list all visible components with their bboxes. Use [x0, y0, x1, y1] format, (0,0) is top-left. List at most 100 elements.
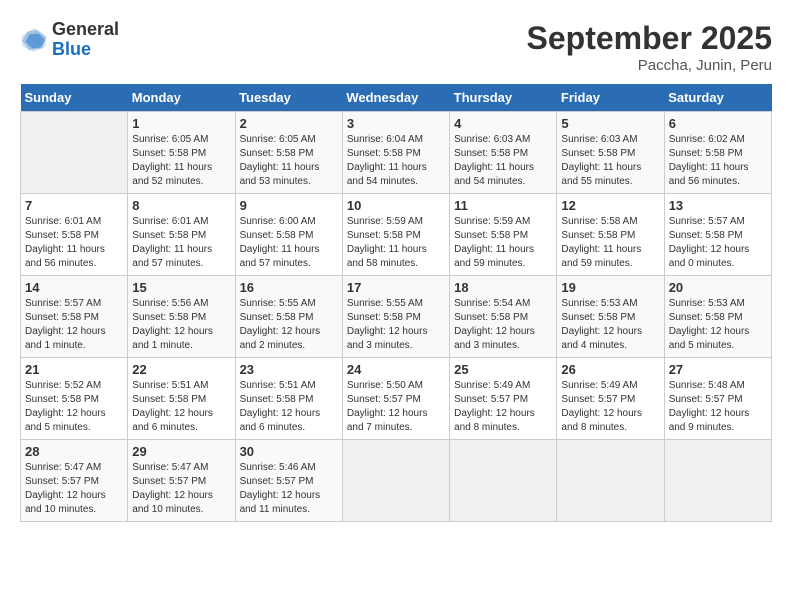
calendar-cell: 23 Sunrise: 5:51 AMSunset: 5:58 PMDayligh… — [235, 358, 342, 440]
day-info: Sunrise: 5:46 AMSunset: 5:57 PMDaylight:… — [240, 461, 338, 517]
calendar-week-4: 21Sunrise: 5:52 AMSunset: 5:58 PMDayligh… — [21, 358, 772, 440]
day-number: 12 — [561, 198, 659, 213]
day-number: 28 — [25, 444, 123, 459]
header-day-friday: Friday — [557, 84, 664, 112]
day-info: Sunrise: 5:51 AMSunset: 5:58 PMDaylight:… — [240, 379, 338, 435]
day-info: Sunrise: 5:54 AMSunset: 5:58 PMDaylight:… — [454, 297, 552, 353]
header-day-saturday: Saturday — [664, 84, 771, 112]
day-info: Sunrise: 5:57 AMSunset: 5:58 PMDaylight:… — [669, 215, 767, 271]
header-row: SundayMondayTuesdayWednesdayThursdayFrid… — [21, 84, 772, 112]
day-number: 26 — [561, 362, 659, 377]
day-info: Sunrise: 5:55 AMSunset: 5:58 PMDaylight:… — [347, 297, 445, 353]
calendar-cell: 21Sunrise: 5:52 AMSunset: 5:58 PMDayligh… — [21, 358, 128, 440]
day-info: Sunrise: 5:57 AMSunset: 5:58 PMDaylight:… — [25, 297, 123, 353]
day-number: 8 — [132, 198, 230, 213]
calendar-cell: 8 Sunrise: 6:01 AMSunset: 5:58 PMDaylight… — [128, 194, 235, 276]
header-day-tuesday: Tuesday — [235, 84, 342, 112]
calendar-cell — [450, 440, 557, 522]
day-number: 25 — [454, 362, 552, 377]
day-info: Sunrise: 6:02 AMSunset: 5:58 PMDaylight:… — [669, 133, 767, 189]
day-number: 6 — [669, 116, 767, 131]
calendar-cell: 3 Sunrise: 6:04 AMSunset: 5:58 PMDaylight… — [342, 112, 449, 194]
location-subtitle: Paccha, Junin, Peru — [527, 57, 772, 74]
day-info: Sunrise: 5:49 AMSunset: 5:57 PMDaylight:… — [454, 379, 552, 435]
day-number: 29 — [132, 444, 230, 459]
calendar-cell: 25 Sunrise: 5:49 AMSunset: 5:57 PMDayligh… — [450, 358, 557, 440]
calendar-cell: 7 Sunrise: 6:01 AMSunset: 5:58 PMDaylight… — [21, 194, 128, 276]
day-number: 5 — [561, 116, 659, 131]
day-info: Sunrise: 5:48 AMSunset: 5:57 PMDaylight:… — [669, 379, 767, 435]
calendar-cell: 12 Sunrise: 5:58 AMSunset: 5:58 PMDayligh… — [557, 194, 664, 276]
calendar-cell: 15 Sunrise: 5:56 AMSunset: 5:58 PMDayligh… — [128, 276, 235, 358]
calendar-cell: 1Sunrise: 6:05 AMSunset: 5:58 PMDaylight… — [128, 112, 235, 194]
calendar-cell: 9 Sunrise: 6:00 AMSunset: 5:58 PMDaylight… — [235, 194, 342, 276]
calendar-week-3: 14Sunrise: 5:57 AMSunset: 5:58 PMDayligh… — [21, 276, 772, 358]
calendar-cell: 4Sunrise: 6:03 AMSunset: 5:58 PMDaylight… — [450, 112, 557, 194]
calendar-cell: 27 Sunrise: 5:48 AMSunset: 5:57 PMDayligh… — [664, 358, 771, 440]
day-info: Sunrise: 6:05 AMSunset: 5:58 PMDaylight:… — [240, 133, 338, 189]
header-day-wednesday: Wednesday — [342, 84, 449, 112]
day-info: Sunrise: 6:01 AMSunset: 5:58 PMDaylight:… — [25, 215, 123, 271]
day-number: 13 — [669, 198, 767, 213]
calendar-cell — [342, 440, 449, 522]
day-number: 27 — [669, 362, 767, 377]
day-info: Sunrise: 5:47 AMSunset: 5:57 PMDaylight:… — [25, 461, 123, 517]
day-info: Sunrise: 5:56 AMSunset: 5:58 PMDaylight:… — [132, 297, 230, 353]
day-number: 19 — [561, 280, 659, 295]
calendar-cell: 19 Sunrise: 5:53 AMSunset: 5:58 PMDayligh… — [557, 276, 664, 358]
day-number: 2 — [240, 116, 338, 131]
calendar-cell: 14Sunrise: 5:57 AMSunset: 5:58 PMDayligh… — [21, 276, 128, 358]
calendar-header: SundayMondayTuesdayWednesdayThursdayFrid… — [21, 84, 772, 112]
logo: General Blue — [20, 20, 119, 60]
header-day-monday: Monday — [128, 84, 235, 112]
day-info: Sunrise: 5:58 AMSunset: 5:58 PMDaylight:… — [561, 215, 659, 271]
calendar-cell: 5 Sunrise: 6:03 AMSunset: 5:58 PMDaylight… — [557, 112, 664, 194]
day-number: 23 — [240, 362, 338, 377]
day-number: 7 — [25, 198, 123, 213]
day-info: Sunrise: 5:50 AMSunset: 5:57 PMDaylight:… — [347, 379, 445, 435]
day-number: 18 — [454, 280, 552, 295]
day-info: Sunrise: 5:49 AMSunset: 5:57 PMDaylight:… — [561, 379, 659, 435]
calendar-week-5: 28 Sunrise: 5:47 AMSunset: 5:57 PMDayligh… — [21, 440, 772, 522]
calendar-cell: 17 Sunrise: 5:55 AMSunset: 5:58 PMDayligh… — [342, 276, 449, 358]
calendar-cell — [557, 440, 664, 522]
day-number: 4 — [454, 116, 552, 131]
day-number: 10 — [347, 198, 445, 213]
day-number: 21 — [25, 362, 123, 377]
day-number: 9 — [240, 198, 338, 213]
day-number: 20 — [669, 280, 767, 295]
day-info: Sunrise: 5:47 AMSunset: 5:57 PMDaylight:… — [132, 461, 230, 517]
calendar-body: 1 Sunrise: 6:05 AMSunset: 5:58 PMDaylight… — [21, 112, 772, 522]
day-info: Sunrise: 6:01 AMSunset: 5:58 PMDaylight:… — [132, 215, 230, 271]
day-info: Sunrise: 5:53 AMSunset: 5:58 PMDaylight:… — [561, 297, 659, 353]
day-number: 16 — [240, 280, 338, 295]
header-day-sunday: Sunday — [21, 84, 128, 112]
day-number: 1 — [132, 116, 230, 131]
calendar-table: SundayMondayTuesdayWednesdayThursdayFrid… — [20, 84, 772, 522]
calendar-week-2: 7 Sunrise: 6:01 AMSunset: 5:58 PMDaylight… — [21, 194, 772, 276]
calendar-cell: 16 Sunrise: 5:55 AMSunset: 5:58 PMDayligh… — [235, 276, 342, 358]
day-info: Sunrise: 5:51 AMSunset: 5:58 PMDaylight:… — [132, 379, 230, 435]
calendar-cell: 6 Sunrise: 6:02 AMSunset: 5:58 PMDaylight… — [664, 112, 771, 194]
calendar-cell: 29 Sunrise: 5:47 AMSunset: 5:57 PMDayligh… — [128, 440, 235, 522]
calendar-cell: 30 Sunrise: 5:46 AMSunset: 5:57 PMDayligh… — [235, 440, 342, 522]
day-info: Sunrise: 5:55 AMSunset: 5:58 PMDaylight:… — [240, 297, 338, 353]
day-info: Sunrise: 6:04 AMSunset: 5:58 PMDaylight:… — [347, 133, 445, 189]
day-number: 30 — [240, 444, 338, 459]
day-number: 22 — [132, 362, 230, 377]
calendar-cell: 18 Sunrise: 5:54 AMSunset: 5:58 PMDayligh… — [450, 276, 557, 358]
logo-blue: Blue — [52, 40, 119, 60]
day-number: 24 — [347, 362, 445, 377]
day-info: Sunrise: 6:03 AMSunset: 5:58 PMDaylight:… — [561, 133, 659, 189]
calendar-cell: 11Sunrise: 5:59 AMSunset: 5:58 PMDayligh… — [450, 194, 557, 276]
day-info: Sunrise: 6:00 AMSunset: 5:58 PMDaylight:… — [240, 215, 338, 271]
calendar-cell: 20Sunrise: 5:53 AMSunset: 5:58 PMDayligh… — [664, 276, 771, 358]
calendar-cell: 28 Sunrise: 5:47 AMSunset: 5:57 PMDayligh… — [21, 440, 128, 522]
day-info: Sunrise: 5:59 AMSunset: 5:58 PMDaylight:… — [454, 215, 552, 271]
day-number: 15 — [132, 280, 230, 295]
calendar-cell: 10Sunrise: 5:59 AMSunset: 5:58 PMDayligh… — [342, 194, 449, 276]
day-number: 17 — [347, 280, 445, 295]
day-number: 3 — [347, 116, 445, 131]
calendar-cell: 2 Sunrise: 6:05 AMSunset: 5:58 PMDaylight… — [235, 112, 342, 194]
header-day-thursday: Thursday — [450, 84, 557, 112]
